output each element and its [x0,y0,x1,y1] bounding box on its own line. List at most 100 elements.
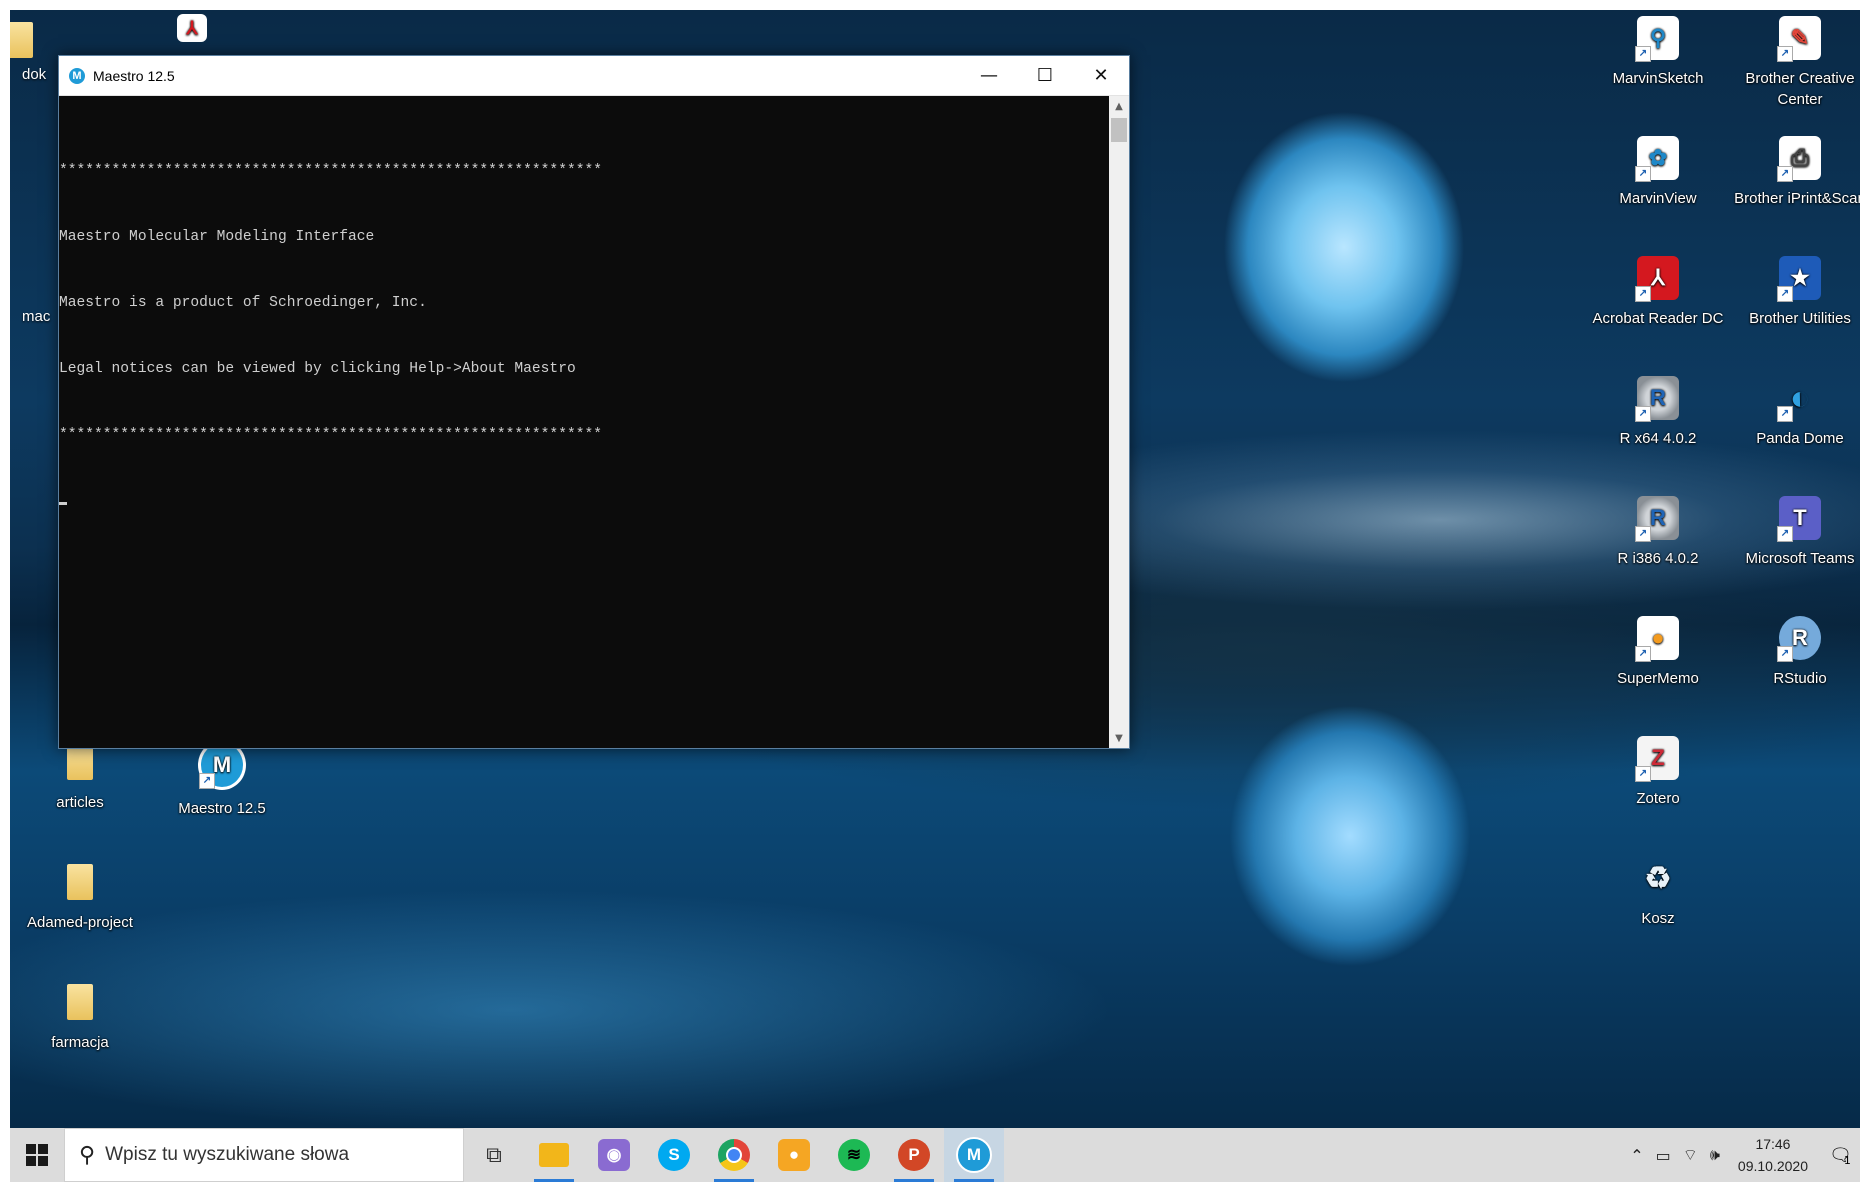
maestro-taskbar-icon: M [956,1137,992,1173]
icon-label: Adamed-project [27,914,133,931]
system-tray: ⌃ ▭ ⌔ 🕪 17:46 09.10.2020 🗨 1 [1624,1128,1860,1182]
desktop-icon-rstudio[interactable]: R ↗ RStudio [1730,616,1860,689]
recycle-bin-icon: ♻ [1644,861,1672,895]
desktop-icon-microsoft-teams[interactable]: T ↗ Microsoft Teams [1730,496,1860,569]
shortcut-arrow-icon: ↗ [1635,286,1651,302]
partial-pdf-icon[interactable]: ⅄ [152,14,232,50]
powerpoint-icon: P [898,1139,930,1171]
taskbar-supermemo[interactable]: ● [764,1128,824,1182]
desktop-icon-zotero[interactable]: Z ↗ Zotero [1588,736,1728,809]
console-line: ****************************************… [59,427,602,443]
icon-label: R i386 4.0.2 [1617,550,1699,567]
volume-icon[interactable]: 🕪 [1710,1145,1720,1165]
pdf-icon: ⅄ [177,14,207,42]
start-button[interactable] [10,1128,64,1182]
icon-label: Kosz [1641,910,1675,927]
minimize-button[interactable]: — [961,56,1017,95]
chevron-up-icon[interactable]: ⌃ [1630,1146,1643,1165]
window-titlebar[interactable]: M Maestro 12.5 — ☐ ✕ [59,56,1129,96]
battery-icon[interactable]: ▭ [1656,1146,1671,1165]
shortcut-arrow-icon: ↗ [1635,46,1651,62]
taskbar-task-view[interactable]: ⧉ [464,1128,524,1182]
spotify-icon: ≋ [838,1139,870,1171]
search-box[interactable]: ⚲ Wpisz tu wyszukiwane słowa [64,1128,464,1182]
console-line: Maestro Molecular Modeling Interface [59,229,375,245]
desktop-icon-articles[interactable]: articles [10,740,150,813]
desktop-icon-farmacja[interactable]: farmacja [10,980,150,1053]
desktop-icon-brother-iprint[interactable]: ⎙ ↗ Brother iPrint&Scan [1730,136,1860,209]
icon-label: Brother Utilities [1749,310,1851,327]
panda-dome-icon: ◐ ↗ [1777,376,1821,422]
icon-label: Microsoft Teams [1745,550,1855,567]
brother-creative-icon: ✎ ↗ [1777,16,1821,62]
icon-label: farmacja [51,1034,109,1051]
maestro-app-icon: M [69,67,85,84]
partial-label-dok: dok [22,66,47,83]
taskbar-maestro[interactable]: M [944,1128,1004,1182]
desktop-icon-adamed-project[interactable]: Adamed-project [10,860,150,933]
shortcut-arrow-icon: ↗ [1635,646,1651,662]
folder-icon [59,980,101,1024]
icon-label: articles [56,794,104,811]
supermemo-icon: ● ↗ [1635,616,1679,662]
maximize-button[interactable]: ☐ [1017,56,1073,95]
scroll-thumb[interactable] [1111,118,1127,142]
r-icon: R ↗ [1635,496,1679,542]
desktop-icon-marvinsketch[interactable]: ⚲ ↗ MarvinSketch [1588,16,1728,89]
scroll-down-icon[interactable]: ▼ [1109,728,1129,748]
desktop-icon-acrobat[interactable]: ⅄ ↗ Acrobat Reader DC [1588,256,1728,329]
marvinsketch-icon: ⚲ ↗ [1635,16,1679,62]
shortcut-arrow-icon: ↗ [1635,166,1651,182]
windows-logo-icon [26,1144,48,1166]
notification-center-button[interactable]: 🗨 1 [1820,1144,1860,1167]
text-cursor [59,502,67,505]
console-line: ****************************************… [59,163,602,179]
marvinview-icon: ✿ ↗ [1635,136,1679,182]
desktop-icon-supermemo[interactable]: ● ↗ SuperMemo [1588,616,1728,689]
console-input-line[interactable] [59,494,1107,514]
desktop-icon-r-i386[interactable]: R ↗ R i386 4.0.2 [1588,496,1728,569]
taskbar-file-explorer[interactable] [524,1128,584,1182]
notification-count: 1 [1843,1153,1851,1167]
shortcut-arrow-icon: ↗ [1635,526,1651,542]
desktop-icon-brother-creative-center[interactable]: ✎ ↗ Brother Creative Center [1730,16,1860,110]
taskbar-photo-app[interactable]: ◉ [584,1128,644,1182]
desktop-icon-panda-dome[interactable]: ◐ ↗ Panda Dome [1730,376,1860,449]
task-view-icon: ⧉ [486,1142,502,1168]
rstudio-icon: R ↗ [1777,616,1821,662]
scroll-up-icon[interactable]: ▲ [1109,96,1129,116]
icon-label: MarvinSketch [1612,70,1704,87]
console-output[interactable]: ****************************************… [59,96,1107,748]
desktop-icon-kosz[interactable]: ♻ Kosz [1588,856,1728,929]
taskbar-skype[interactable]: S [644,1128,704,1182]
zotero-icon: Z ↗ [1635,736,1679,782]
shortcut-arrow-icon: ↗ [1635,766,1651,782]
teams-icon: T ↗ [1777,496,1821,542]
icon-label: SuperMemo [1617,670,1699,687]
desktop-icon-brother-utilities[interactable]: ★ ↗ Brother Utilities [1730,256,1860,329]
desktop-icon-maestro[interactable]: M ↗ Maestro 12.5 [152,740,292,819]
clock-date: 09.10.2020 [1737,1158,1808,1174]
clock[interactable]: 17:46 09.10.2020 [1738,1133,1808,1177]
icon-label: Brother Creative Center [1745,70,1855,108]
taskbar-chrome[interactable] [704,1128,764,1182]
vertical-scrollbar[interactable]: ▲ ▼ [1109,96,1129,748]
shortcut-arrow-icon: ↗ [1777,286,1793,302]
console-line: Maestro is a product of Schroedinger, In… [59,295,427,311]
close-button[interactable]: ✕ [1073,56,1129,95]
folder-icon [59,860,101,904]
brother-utilities-icon: ★ ↗ [1777,256,1821,302]
icon-label: Panda Dome [1756,430,1844,447]
taskbar: ⚲ Wpisz tu wyszukiwane słowa ⧉ ◉ S ● ≋ P… [10,1128,1860,1182]
search-placeholder: Wpisz tu wyszukiwane słowa [105,1144,350,1165]
maestro-window[interactable]: M Maestro 12.5 — ☐ ✕ *******************… [58,55,1130,749]
taskbar-powerpoint[interactable]: P [884,1128,944,1182]
wifi-icon[interactable]: ⌔ [1683,1145,1698,1165]
desktop-icon-marvinview[interactable]: ✿ ↗ MarvinView [1588,136,1728,209]
console-line: Legal notices can be viewed by clicking … [59,361,576,377]
brother-iprint-icon: ⎙ ↗ [1777,136,1821,182]
taskbar-spotify[interactable]: ≋ [824,1128,884,1182]
icon-label: Brother iPrint&Scan [1734,190,1860,207]
desktop-icon-r-x64[interactable]: R ↗ R x64 4.0.2 [1588,376,1728,449]
chrome-icon [718,1139,750,1171]
